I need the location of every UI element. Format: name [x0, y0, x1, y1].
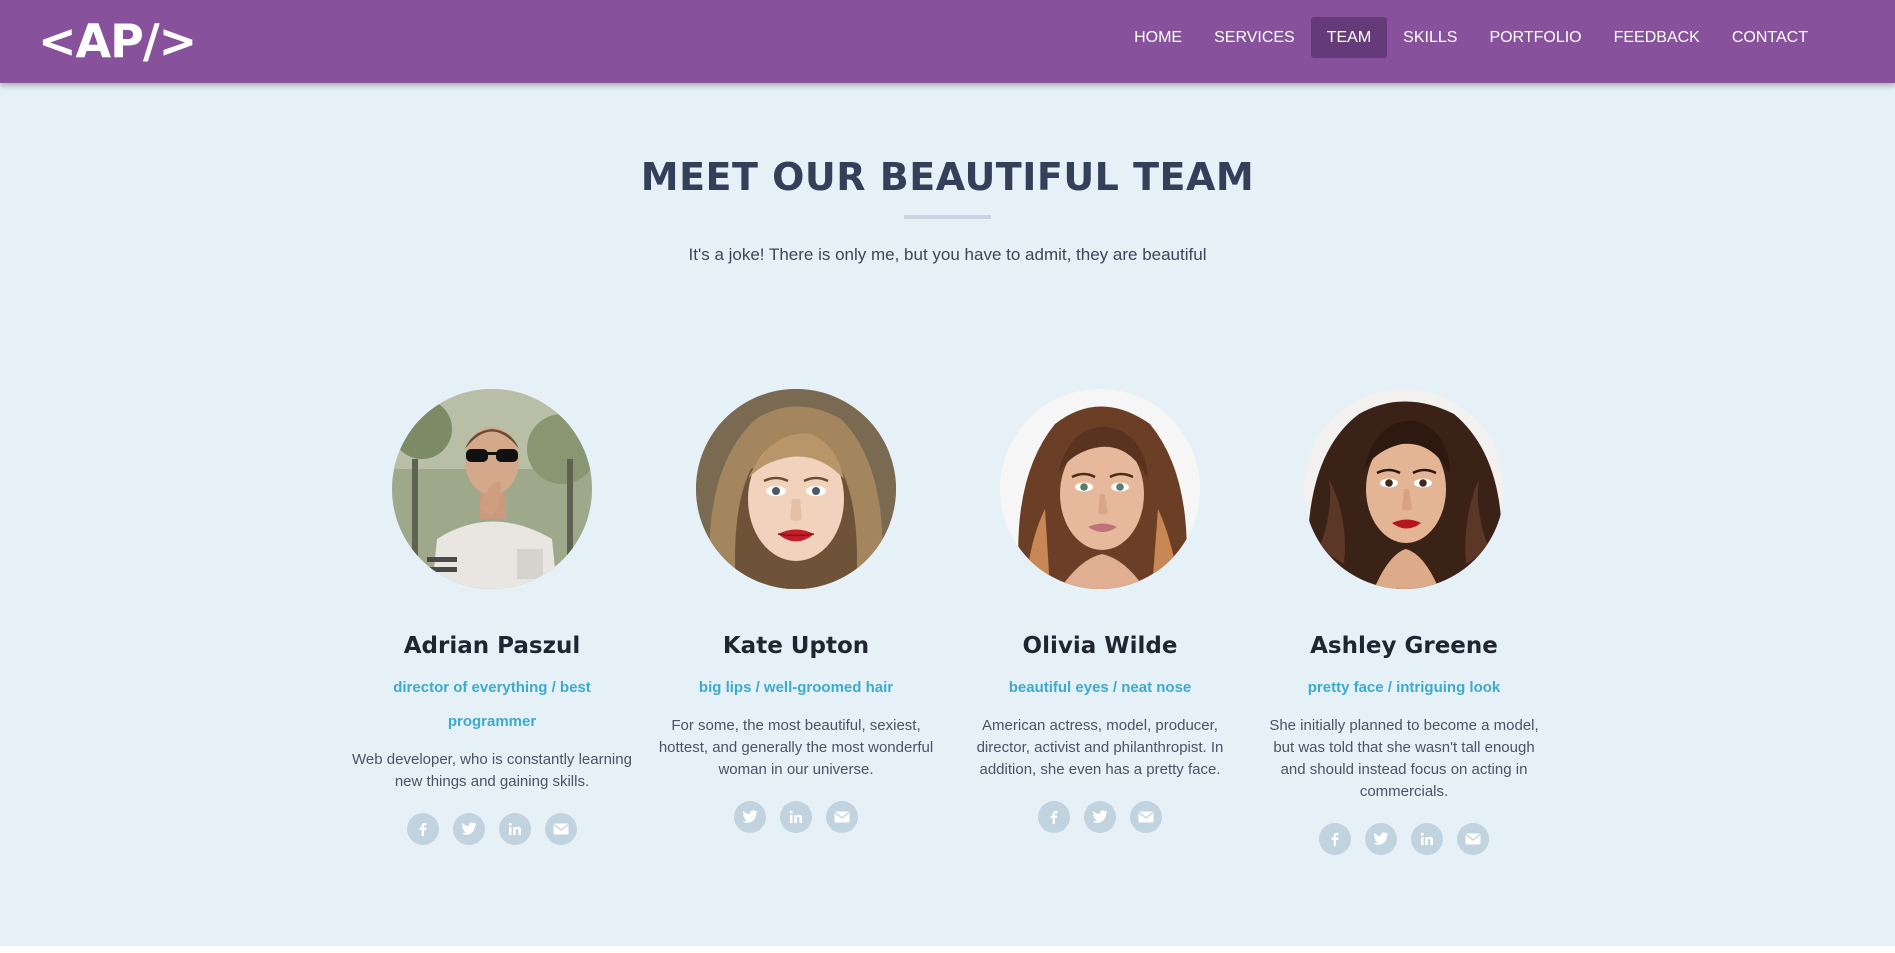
- twitter-icon[interactable]: [1365, 823, 1397, 855]
- member-role: big lips / well-groomed hair: [698, 679, 894, 696]
- member-photo: [1304, 389, 1504, 589]
- team-member-card: Kate Upton big lips / well-groomed hair …: [654, 389, 938, 833]
- twitter-icon[interactable]: [734, 801, 766, 833]
- team-member-card: Olivia Wilde beautiful eyes / neat nose …: [958, 389, 1242, 833]
- member-role: beautiful eyes / neat nose: [1008, 679, 1192, 696]
- member-description: She initially planned to become a model,…: [1269, 717, 1539, 800]
- linkedin-icon[interactable]: [499, 813, 531, 845]
- member-description: Web developer, who is constantly learnin…: [352, 751, 632, 790]
- member-description: For some, the most beautiful, sexiest, h…: [658, 717, 934, 778]
- main-nav: HOME SERVICES TEAM SKILLS PORTFOLIO FEED…: [1118, 17, 1824, 58]
- facebook-icon[interactable]: [1038, 801, 1070, 833]
- social-links: [958, 801, 1242, 833]
- section-title: MEET OUR BEAUTIFUL TEAM: [640, 155, 1255, 199]
- email-icon[interactable]: [1457, 823, 1489, 855]
- team-section: MEET OUR BEAUTIFUL TEAM It's a joke! The…: [0, 83, 1895, 946]
- member-name: Ashley Greene: [1310, 633, 1498, 659]
- member-photo: [1000, 389, 1200, 589]
- email-icon[interactable]: [1130, 801, 1162, 833]
- member-description: American actress, model, producer, direc…: [976, 717, 1224, 778]
- email-icon[interactable]: [545, 813, 577, 845]
- nav-item-home[interactable]: HOME: [1118, 17, 1198, 58]
- linkedin-icon[interactable]: [780, 801, 812, 833]
- nav-item-services[interactable]: SERVICES: [1198, 17, 1311, 58]
- section-subtitle: It's a joke! There is only me, but you h…: [688, 245, 1207, 264]
- member-role: pretty face / intriguing look: [1307, 679, 1501, 696]
- logo[interactable]: <AP/>: [38, 11, 197, 71]
- member-photo: [696, 389, 896, 589]
- nav-item-feedback[interactable]: FEEDBACK: [1598, 17, 1716, 58]
- member-name: Olivia Wilde: [1022, 633, 1178, 659]
- nav-item-contact[interactable]: CONTACT: [1716, 17, 1824, 58]
- linkedin-icon[interactable]: [1411, 823, 1443, 855]
- navbar: <AP/> HOME SERVICES TEAM SKILLS PORTFOLI…: [0, 0, 1895, 83]
- title-divider: [904, 215, 991, 219]
- social-links: [350, 813, 634, 845]
- twitter-icon[interactable]: [1084, 801, 1116, 833]
- team-member-card: Ashley Greene pretty face / intriguing l…: [1262, 389, 1546, 855]
- nav-item-team[interactable]: TEAM: [1310, 17, 1388, 58]
- member-photo: [392, 389, 592, 589]
- social-links: [1262, 823, 1546, 855]
- facebook-icon[interactable]: [1319, 823, 1351, 855]
- team-member-card: Adrian Paszul director of everything / b…: [350, 389, 634, 845]
- email-icon[interactable]: [826, 801, 858, 833]
- member-role: director of everything / best programmer: [393, 679, 591, 730]
- nav-item-skills[interactable]: SKILLS: [1387, 17, 1473, 58]
- nav-item-portfolio[interactable]: PORTFOLIO: [1473, 17, 1597, 58]
- social-links: [654, 801, 938, 833]
- facebook-icon[interactable]: [407, 813, 439, 845]
- member-name: Kate Upton: [722, 633, 870, 659]
- twitter-icon[interactable]: [453, 813, 485, 845]
- member-name: Adrian Paszul: [403, 633, 581, 659]
